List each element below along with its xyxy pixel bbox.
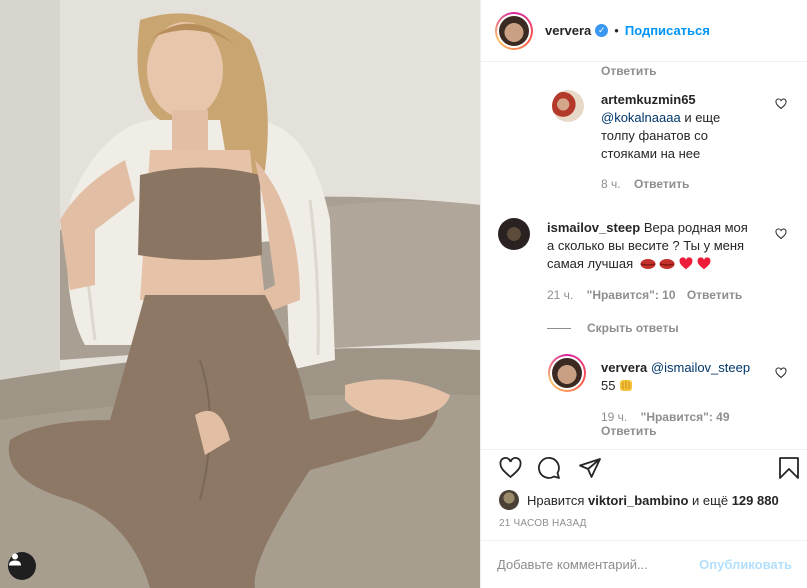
add-comment-bar: Опубликовать: [481, 540, 807, 588]
comment-likes-count[interactable]: "Нравится": 10: [587, 288, 676, 302]
verified-badge-icon: ✓: [595, 24, 609, 37]
reply-button[interactable]: Ответить: [601, 424, 656, 438]
post-photo[interactable]: [0, 0, 480, 588]
publish-button[interactable]: Опубликовать: [699, 557, 792, 572]
hide-replies-button[interactable]: Скрыть ответы: [547, 321, 679, 335]
liker-avatar[interactable]: [499, 490, 519, 510]
comment-time[interactable]: 8 ч.: [601, 177, 621, 191]
emoji-heart-icon: [697, 257, 711, 275]
comment-text-line3: стояками на нее: [601, 146, 701, 161]
comment-username[interactable]: ismailov_steep: [547, 220, 640, 235]
comment-likes-count[interactable]: "Нравится": 49: [641, 410, 730, 424]
comment-bubble-icon[interactable]: [537, 456, 561, 480]
likes-summary: Нравится viktori_bambino и ещё 129 880: [499, 490, 779, 510]
hide-replies-label: Скрыть ответы: [587, 321, 679, 335]
reply-button[interactable]: Ответить: [687, 288, 742, 302]
post-details-panel: ververa ✓ • Подписаться Ответить artemku…: [480, 0, 807, 588]
comment-body: artemkuzmin65 @kokalnaaaa и еще толпу фа…: [601, 91, 771, 163]
replies-divider: [547, 327, 571, 329]
like-comment-heart-icon[interactable]: [775, 367, 787, 379]
emoji-lips-icon: [640, 257, 656, 275]
likes-suffix: и ещё: [692, 492, 729, 508]
comment-username[interactable]: artemkuzmin65: [601, 92, 696, 107]
comment-text-line1: и еще: [680, 110, 721, 125]
post-header: ververa ✓ • Подписаться: [481, 0, 807, 62]
comment-input[interactable]: [497, 557, 700, 572]
comment-meta: 8 ч. Ответить: [601, 177, 689, 191]
likes-count[interactable]: 129 880: [732, 493, 779, 508]
author-username[interactable]: ververa: [545, 23, 591, 38]
emoji-heart-icon: [679, 257, 693, 275]
comment-text-line2: 55: [601, 378, 616, 393]
comment-body: ververa @ismailov_steep 55: [601, 359, 771, 397]
commenter-avatar[interactable]: [498, 218, 530, 250]
comment-text-line2: толпу фанатов со: [601, 128, 708, 143]
reply-button[interactable]: Ответить: [601, 64, 656, 78]
comment-text-line2: а сколько вы весите ? Ты у меня: [547, 238, 745, 253]
reply-button[interactable]: Ответить: [634, 177, 689, 191]
separator-dot: •: [614, 23, 619, 38]
comment-meta: 19 ч. "Нравится": 49 Ответить: [601, 410, 751, 438]
comment-text-line3: самая лучшая: [547, 256, 634, 271]
emoji-lips-icon: [659, 257, 675, 275]
emoji-raised-hands-icon: [619, 378, 633, 397]
like-comment-heart-icon[interactable]: [775, 98, 787, 110]
comment-meta: 21 ч. "Нравится": 10 Ответить: [547, 288, 742, 302]
comment-text-line1: Вера родная моя: [640, 220, 748, 235]
author-avatar[interactable]: [495, 11, 533, 50]
save-bookmark-icon[interactable]: [778, 456, 800, 480]
commenter-avatar[interactable]: [552, 90, 584, 122]
like-comment-heart-icon[interactable]: [775, 228, 787, 240]
follow-button[interactable]: Подписаться: [625, 23, 710, 38]
like-heart-icon[interactable]: [498, 456, 523, 480]
commenter-avatar[interactable]: [548, 354, 586, 392]
photo-illustration: [0, 0, 480, 588]
comment-time[interactable]: 19 ч.: [601, 410, 627, 424]
share-paper-plane-icon[interactable]: [578, 456, 602, 480]
likes-prefix: Нравится: [527, 492, 585, 508]
comment-mention[interactable]: @kokalnaaaa: [601, 110, 681, 125]
post-actions: [481, 449, 807, 485]
comments-list[interactable]: Ответить artemkuzmin65 @kokalnaaaa и еще…: [481, 62, 807, 449]
comment-mention[interactable]: @ismailov_steep: [651, 360, 750, 375]
comment-body: ismailov_steep Вера родная моя а сколько…: [547, 219, 777, 275]
post-timestamp[interactable]: 21 ЧАСОВ НАЗАД: [499, 518, 587, 529]
tag-user-button[interactable]: [8, 552, 36, 580]
user-tag-icon: [9, 553, 21, 566]
comment-username[interactable]: ververa: [601, 360, 647, 375]
comment-time[interactable]: 21 ч.: [547, 288, 573, 302]
liker-username[interactable]: viktori_bambino: [588, 493, 688, 508]
